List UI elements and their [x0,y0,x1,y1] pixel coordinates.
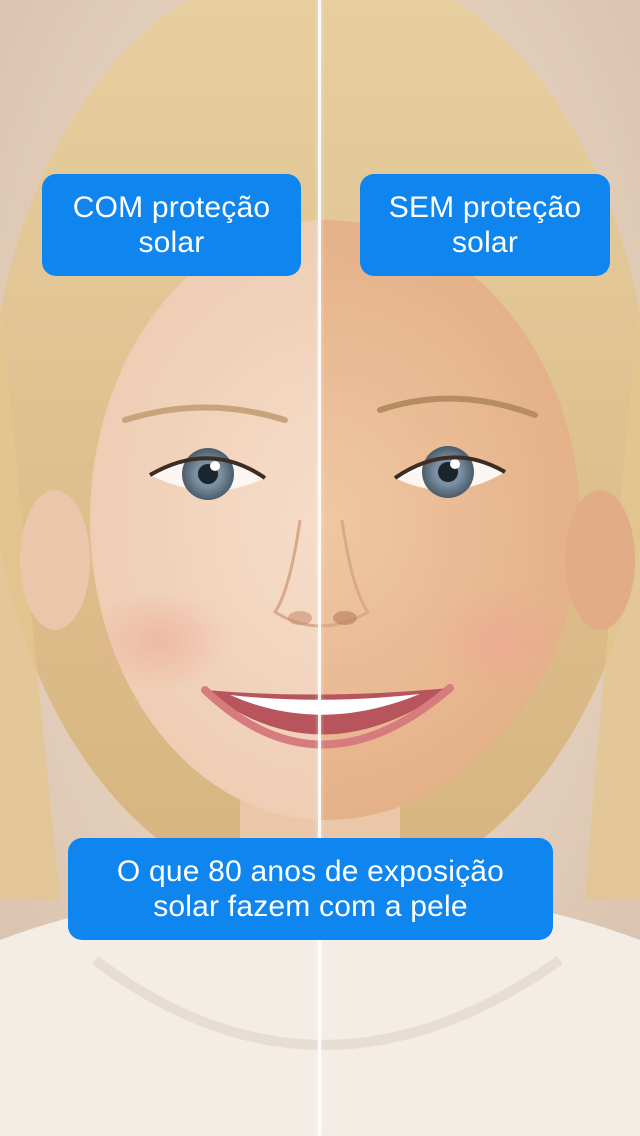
with-sunscreen-label-line2: solar [138,226,205,259]
comparison-divider-line [318,0,321,1136]
sun-exposure-caption-line1: O que 80 anos de exposição [116,855,505,888]
without-sunscreen-label-line1: SEM proteção [388,191,582,224]
with-sunscreen-label-line1: COM proteção [72,191,271,224]
sun-exposure-caption-line2: solar fazem com a pele [153,890,468,923]
sun-exposure-caption: O que 80 anos de exposição solar fazem c… [68,838,553,940]
without-sunscreen-label-line2: solar [451,226,519,259]
with-sunscreen-label: COM proteção solar [42,174,301,276]
without-sunscreen-label: SEM proteção solar [360,174,610,276]
video-frame: COM proteção solar SEM proteção solar O … [0,0,640,1136]
